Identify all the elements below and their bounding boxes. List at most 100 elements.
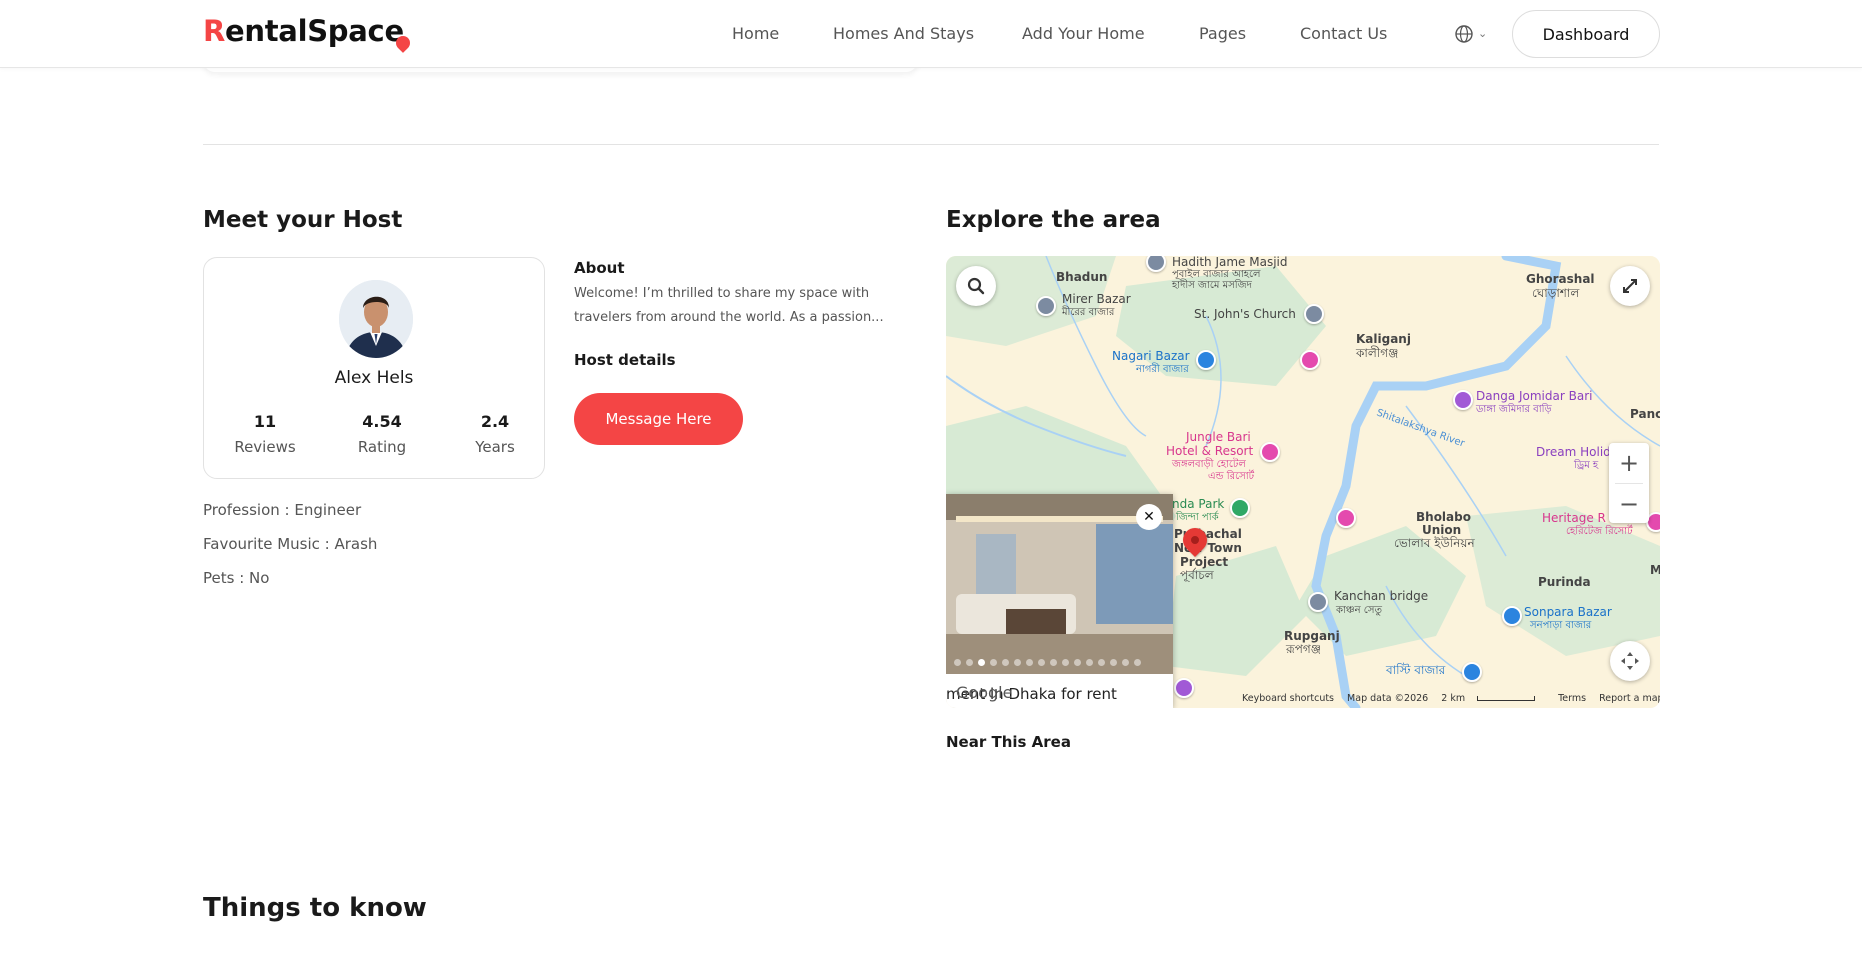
stat-label: Years <box>475 438 515 456</box>
map-label: Danga Jomidar Bari <box>1476 389 1593 403</box>
carousel-dot[interactable] <box>1014 659 1021 666</box>
photo-carousel-dots[interactable] <box>954 659 1141 666</box>
host-favourite-music: Favourite Music : Arash <box>203 535 378 553</box>
map-label: Kaliganj <box>1356 332 1411 346</box>
host-profession: Profession : Engineer <box>203 501 362 519</box>
landmark-icon[interactable] <box>1174 678 1194 698</box>
map-label: সনপাড়া বাজার <box>1530 620 1592 631</box>
map-label: Dream Holid <box>1536 445 1611 459</box>
section-divider <box>203 144 1659 145</box>
meet-host-heading: Meet your Host <box>203 207 403 233</box>
map-scale-label: 2 km <box>1441 693 1466 704</box>
map-label: Jungle Bari <box>1186 430 1251 444</box>
map-label: পূর্বাচল <box>1180 568 1214 582</box>
stat-value: 2.4 <box>480 412 510 431</box>
carousel-dot[interactable] <box>954 659 961 666</box>
nav-pages[interactable]: Pages <box>1199 24 1246 43</box>
map-label: Purinda <box>1538 575 1591 589</box>
dashboard-button[interactable]: Dashboard <box>1512 10 1660 58</box>
logo-letter-r: R <box>203 14 226 48</box>
place-marker-icon[interactable] <box>1036 296 1056 316</box>
map-scale[interactable]: 2 km <box>1441 693 1545 704</box>
carousel-dot[interactable] <box>1050 659 1057 666</box>
carousel-dot[interactable] <box>1086 659 1093 666</box>
map-label: Ghorashal <box>1526 272 1595 286</box>
map-label: কাঞ্চন সেতু <box>1336 605 1382 616</box>
terms-link[interactable]: Terms <box>1558 693 1586 704</box>
logo[interactable]: RentalSpace <box>203 14 413 53</box>
carousel-dot[interactable] <box>1074 659 1081 666</box>
carousel-dot[interactable] <box>1002 659 1009 666</box>
map-label: কালীগঞ্জ <box>1356 346 1399 360</box>
chevron-down-icon[interactable]: ⌄ <box>1478 27 1487 40</box>
carousel-dot[interactable] <box>1098 659 1105 666</box>
stat-value: 4.54 <box>362 412 402 431</box>
avatar <box>339 280 413 358</box>
map-label: হেরিটেজ রিসোর্ট <box>1566 526 1633 537</box>
map-label: nda Park <box>1172 497 1225 511</box>
map-zoom-controls: + − <box>1609 443 1649 523</box>
map-fullscreen-button[interactable] <box>1610 266 1650 306</box>
hotel-icon[interactable] <box>1336 508 1356 528</box>
globe-icon[interactable] <box>1454 24 1474 44</box>
keyboard-shortcuts-link[interactable]: Keyboard shortcuts <box>1242 693 1334 704</box>
map-label: এন্ড রিসোর্ট <box>1208 471 1255 482</box>
map-label: Mirer Bazar <box>1062 292 1131 306</box>
carousel-dot-active[interactable] <box>978 659 985 666</box>
map-label: Panc <box>1630 407 1660 421</box>
nav-homes-and-stays[interactable]: Homes And Stays <box>833 24 974 43</box>
google-logo: Google <box>956 683 1013 702</box>
shopping-cart-icon[interactable] <box>1196 350 1216 370</box>
bridge-icon[interactable] <box>1308 592 1328 612</box>
listing-popup[interactable]: ✕ ment in Dhaka for rent <box>946 494 1173 708</box>
zoom-in-button[interactable]: + <box>1609 443 1649 483</box>
park-icon[interactable] <box>1230 498 1250 518</box>
map-label: ডাঙ্গা জমিদার বাড়ি <box>1476 404 1552 415</box>
stat-rating: 4.54 Rating <box>337 412 427 456</box>
shopping-cart-icon[interactable] <box>1462 662 1482 682</box>
church-icon[interactable] <box>1304 304 1324 324</box>
host-card: Alex Hels 11 Reviews 4.54 Rating 2.4 Yea… <box>203 257 545 479</box>
map-camera-control-button[interactable] <box>1610 641 1650 681</box>
host-details-heading: Host details <box>574 351 676 369</box>
map-label: Bhadun <box>1056 270 1108 284</box>
near-this-area-heading: Near This Area <box>946 733 1071 751</box>
search-icon <box>967 277 985 295</box>
map-search-button[interactable] <box>956 266 996 306</box>
hotel-icon[interactable] <box>1300 350 1320 370</box>
scale-bar <box>1477 696 1536 701</box>
map-label: Nagari Bazar <box>1112 349 1190 363</box>
hotel-icon[interactable] <box>1260 442 1280 462</box>
report-map-error-link[interactable]: Report a map error <box>1599 693 1660 704</box>
things-to-know-heading: Things to know <box>203 893 427 923</box>
nav-contact-us[interactable]: Contact Us <box>1300 24 1387 43</box>
carousel-dot[interactable] <box>1038 659 1045 666</box>
camera-control-icon <box>1621 652 1639 670</box>
carousel-dot[interactable] <box>1134 659 1141 666</box>
carousel-dot[interactable] <box>1122 659 1129 666</box>
nav-add-your-home[interactable]: Add Your Home <box>1022 24 1145 43</box>
carousel-dot[interactable] <box>1026 659 1033 666</box>
map-label: St. John's Church <box>1194 307 1296 321</box>
map-label: জিন্দা পার্ক <box>1176 512 1219 523</box>
map-data-attribution: Map data ©2026 <box>1347 693 1429 704</box>
shopping-cart-icon[interactable] <box>1502 606 1522 626</box>
map-label: Hotel & Resort <box>1166 444 1254 458</box>
map-label: ঘোড়াশাল <box>1532 286 1580 300</box>
expand-icon <box>1623 279 1637 293</box>
landmark-icon[interactable] <box>1453 390 1473 410</box>
carousel-dot[interactable] <box>990 659 997 666</box>
close-icon[interactable]: ✕ <box>1136 504 1162 530</box>
carousel-dot[interactable] <box>1110 659 1117 666</box>
stat-label: Reviews <box>234 438 296 456</box>
logo-text: entalSpac <box>225 14 385 48</box>
area-map[interactable]: Bhadun Mirer Bazar মীরের বাজার Hadith Ja… <box>946 256 1660 708</box>
carousel-dot[interactable] <box>1062 659 1069 666</box>
stat-reviews: 11 Reviews <box>220 412 310 456</box>
carousel-dot[interactable] <box>966 659 973 666</box>
zoom-out-button[interactable]: − <box>1609 484 1649 524</box>
map-label: মীরের বাজার <box>1062 307 1115 318</box>
host-pets: Pets : No <box>203 569 270 587</box>
message-host-button[interactable]: Message Here <box>574 393 743 445</box>
nav-home[interactable]: Home <box>732 24 779 43</box>
